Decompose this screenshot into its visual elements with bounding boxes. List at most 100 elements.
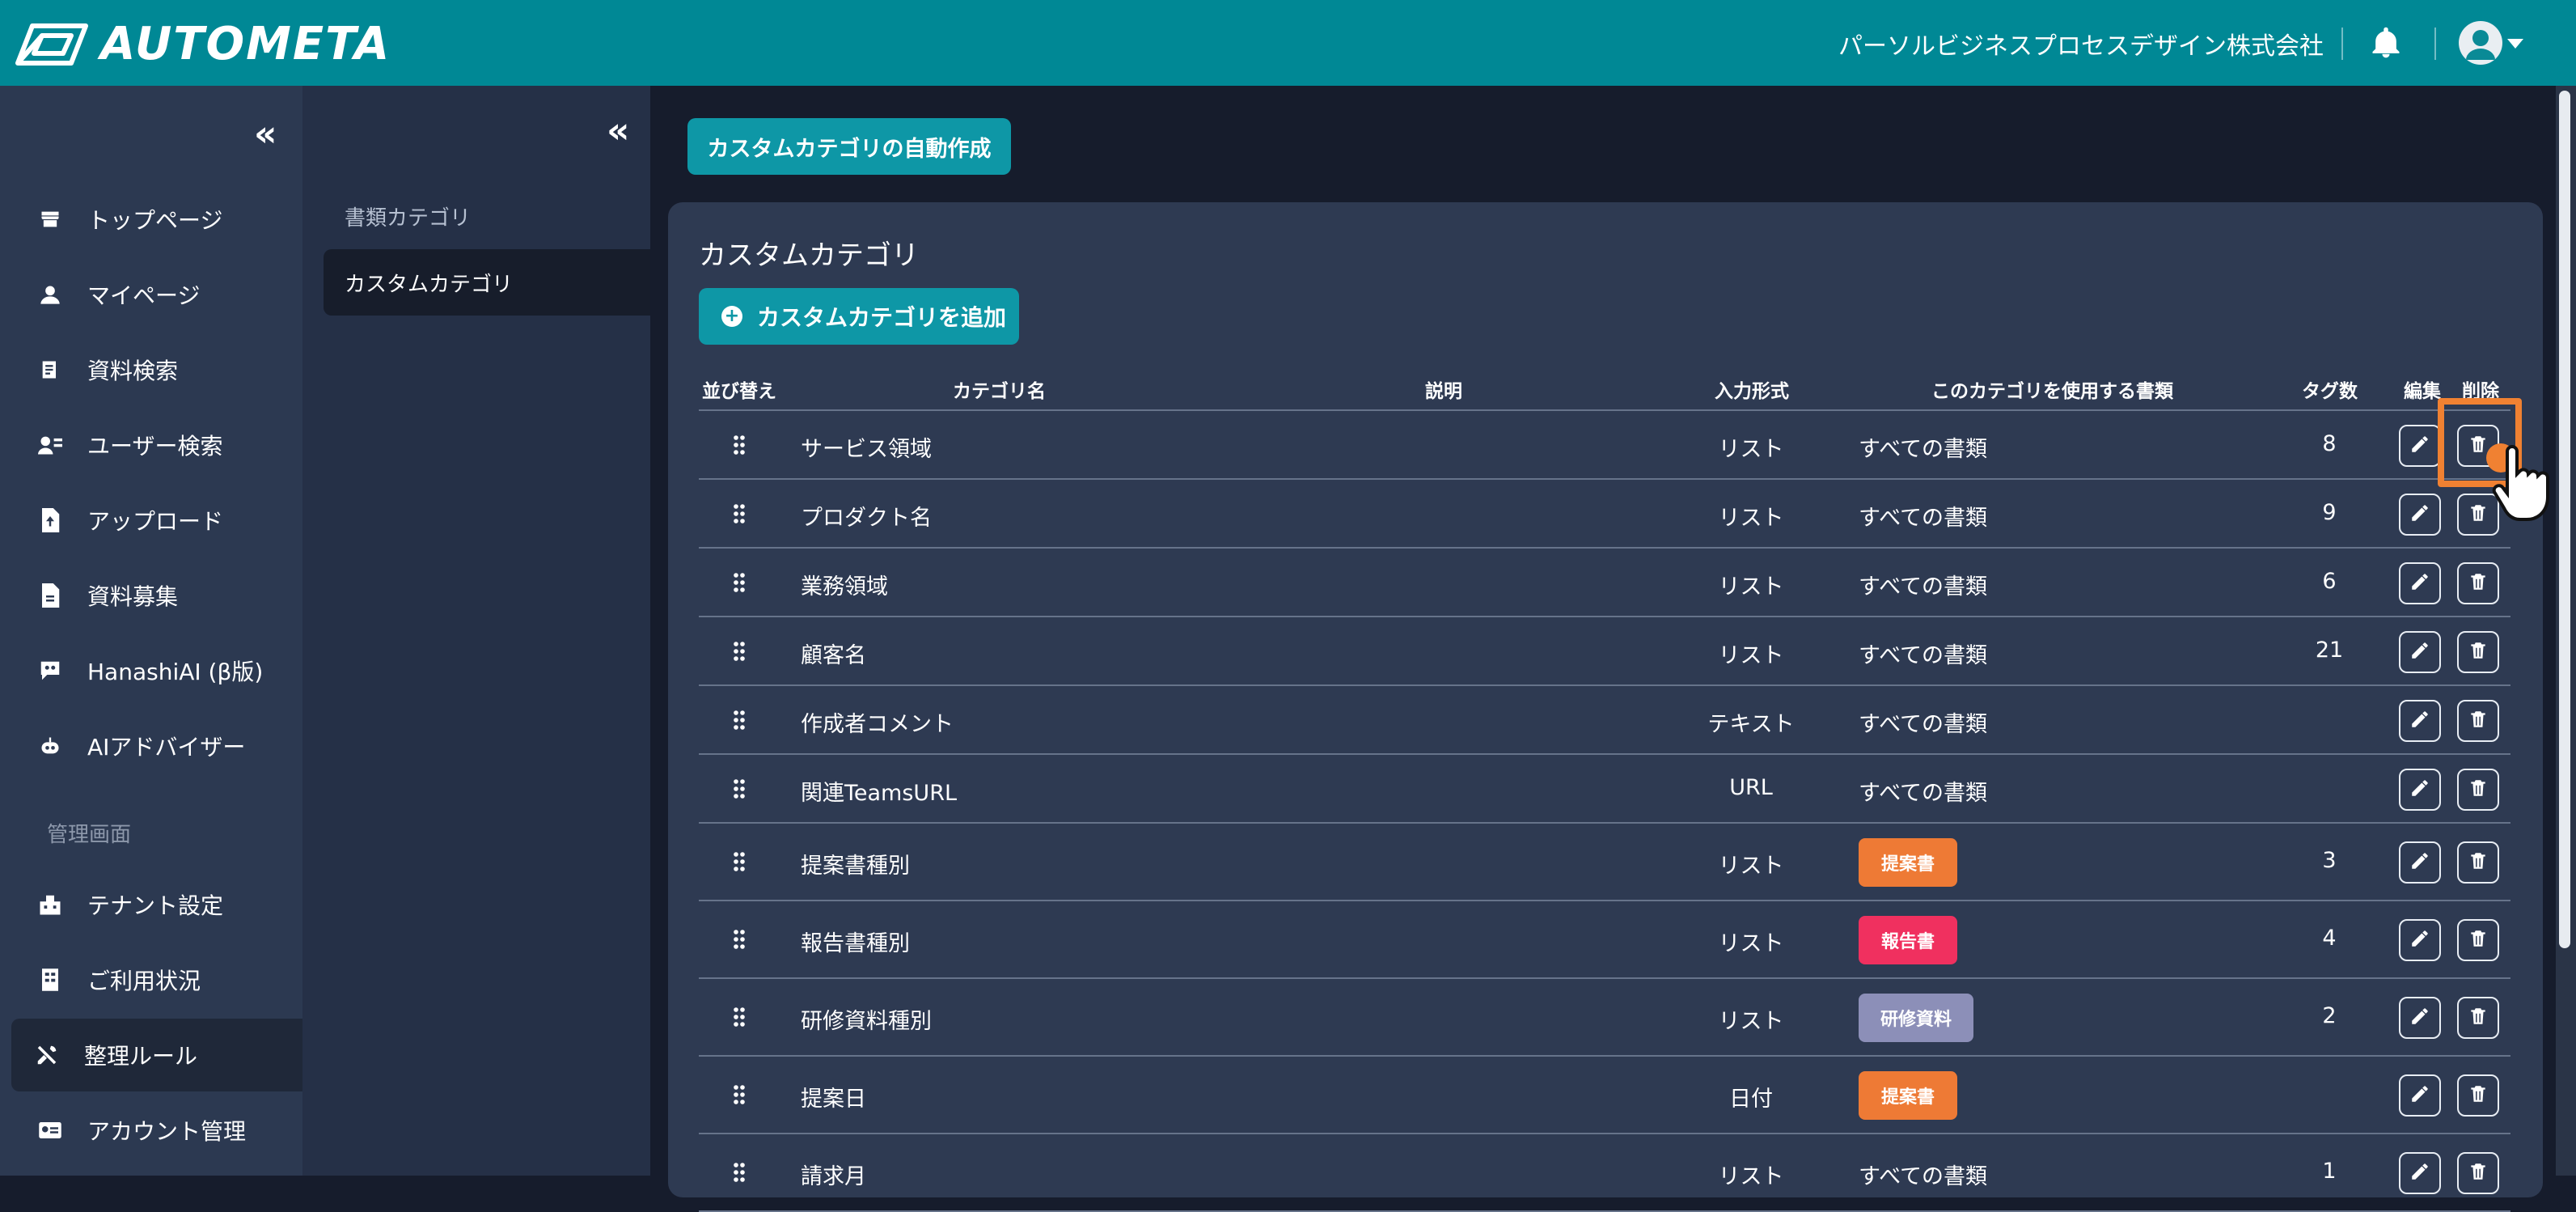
table-row (699, 824, 2510, 901)
documents-cell: すべての書類 (1859, 574, 1988, 600)
drag-handle-icon[interactable] (733, 851, 746, 875)
sidebar-collapse-icon[interactable]: « (254, 113, 277, 155)
edit-button[interactable] (2399, 1074, 2441, 1117)
pencil-icon (2409, 571, 2430, 595)
input-type-cell: リスト (1718, 1164, 1784, 1189)
sidebar-item-usage[interactable]: ご利用状況 (11, 943, 302, 1016)
pencil-icon (2409, 640, 2430, 664)
delete-button[interactable] (2457, 1152, 2499, 1194)
pencil-icon (2409, 1161, 2430, 1185)
edit-button[interactable] (2399, 841, 2441, 884)
sidebar-item-user-search[interactable]: ユーザー検索 (11, 409, 302, 481)
user-avatar[interactable] (2459, 21, 2502, 65)
upload-file-icon (36, 506, 65, 535)
edit-button[interactable] (2399, 630, 2441, 673)
admin-section-label: 管理画面 (47, 823, 132, 847)
drag-handle-icon[interactable] (733, 929, 746, 953)
sidebar-item-account-management[interactable]: アカウント管理 (11, 1094, 302, 1167)
autometa-logo-icon (15, 23, 88, 66)
header-divider (2341, 28, 2343, 60)
table-row (699, 549, 2510, 617)
delete-button[interactable] (2457, 768, 2499, 811)
pencil-icon (2409, 709, 2430, 733)
page-scrollbar[interactable] (2559, 91, 2570, 948)
subnav-item-label: カスタムカテゴリ (345, 272, 514, 297)
delete-button[interactable] (2457, 1074, 2499, 1117)
id-card-icon (36, 1116, 65, 1145)
brand-name: AUTOMETA (100, 18, 391, 70)
category-name-cell: 提案書種別 (801, 854, 910, 879)
sidebar-item-label: アップロード (87, 508, 224, 535)
sidebar-item-label: 資料検索 (87, 358, 179, 384)
robot-icon (36, 731, 65, 761)
sidebar-item-material-request[interactable]: 資料募集 (11, 559, 302, 632)
delete-button[interactable] (2457, 997, 2499, 1039)
delete-button[interactable] (2457, 919, 2499, 961)
tag-count-cell: 3 (2322, 848, 2337, 873)
drag-handle-icon[interactable] (733, 572, 746, 596)
sidebar-item-hanashi-ai[interactable]: HanashiAI (β版) (11, 634, 302, 707)
sidebar-item-organize-rules[interactable]: 整理ルール (11, 1019, 302, 1091)
drag-handle-icon[interactable] (733, 434, 746, 459)
sidebar-item-label: アカウント管理 (87, 1118, 247, 1145)
drag-handle-icon[interactable] (733, 778, 746, 803)
auto-create-category-button[interactable]: カスタムカテゴリの自動作成 (687, 118, 1011, 175)
edit-button[interactable] (2399, 699, 2441, 742)
page-title: カスタムカテゴリ (699, 239, 919, 272)
account-menu-chevron-down-icon[interactable] (2507, 39, 2523, 49)
category-name-cell: プロダクト名 (801, 505, 932, 531)
column-header-category-name: カテゴリ名 (953, 381, 1046, 402)
top-header: AUTOMETA パーソルビジネスプロセスデザイン株式会社 (0, 0, 2576, 86)
sidebar-item-ai-advisor[interactable]: AIアドバイザー (11, 710, 302, 782)
edit-button[interactable] (2399, 562, 2441, 604)
user-search-icon (36, 430, 65, 460)
drag-handle-icon[interactable] (733, 710, 746, 734)
trash-icon (2468, 850, 2489, 875)
add-custom-category-button[interactable]: + カスタムカテゴリを追加 (699, 288, 1019, 345)
documents-cell: すべての書類 (1859, 505, 1988, 531)
subnav-item-custom-category[interactable]: カスタムカテゴリ (324, 249, 650, 316)
sidebar-item-tenant-settings[interactable]: テナント設定 (11, 868, 302, 941)
edit-button[interactable] (2399, 997, 2441, 1039)
edit-button[interactable] (2399, 768, 2441, 811)
table-row (699, 901, 2510, 979)
sidebar-item-upload[interactable]: アップロード (11, 484, 302, 557)
sidebar-item-top-page[interactable]: トップページ (11, 183, 302, 256)
column-header-tag-count: タグ数 (2302, 381, 2358, 402)
pencil-icon (2409, 928, 2430, 952)
column-header-edit: 編集 (2404, 381, 2441, 402)
drag-handle-icon[interactable] (733, 1006, 746, 1031)
delete-button[interactable] (2457, 562, 2499, 604)
edit-button[interactable] (2399, 493, 2441, 536)
trash-icon (2468, 1083, 2489, 1108)
edit-button[interactable] (2399, 424, 2441, 467)
subnav-item-label: 書類カテゴリ (345, 206, 472, 231)
pencil-icon (2409, 850, 2430, 875)
drag-handle-icon[interactable] (733, 1084, 746, 1108)
drag-handle-icon[interactable] (733, 503, 746, 528)
column-header-input-type: 入力形式 (1715, 381, 1789, 402)
sidebar-item-document-search[interactable]: 資料検索 (11, 333, 302, 406)
category-name-cell: 作成者コメント (801, 711, 954, 737)
category-name-cell: 研修資料種別 (801, 1009, 932, 1034)
pointer-hand-cursor-icon (2486, 443, 2549, 521)
category-name-cell: 報告書種別 (801, 931, 910, 956)
column-header-sort: 並び替え (702, 381, 776, 402)
subnav-collapse-icon[interactable]: « (607, 110, 629, 151)
edit-button[interactable] (2399, 1152, 2441, 1194)
delete-button[interactable] (2457, 699, 2499, 742)
notification-bell-icon[interactable] (2368, 24, 2404, 65)
edit-button[interactable] (2399, 919, 2441, 961)
delete-button[interactable] (2457, 630, 2499, 673)
delete-button[interactable] (2457, 841, 2499, 884)
drag-handle-icon[interactable] (733, 641, 746, 665)
column-header-documents: このカテゴリを使用する書類 (1931, 381, 2173, 402)
app-logo[interactable]: AUTOMETA (15, 18, 391, 70)
documents-cell: すべての書類 (1859, 642, 1988, 668)
sidebar-item-my-page[interactable]: マイページ (11, 258, 302, 331)
drag-handle-icon[interactable] (733, 1162, 746, 1186)
input-type-cell: リスト (1718, 505, 1784, 531)
subnav-item-document-category[interactable]: 書類カテゴリ (324, 183, 650, 249)
tools-icon (32, 1040, 61, 1070)
pencil-icon (2409, 434, 2430, 458)
